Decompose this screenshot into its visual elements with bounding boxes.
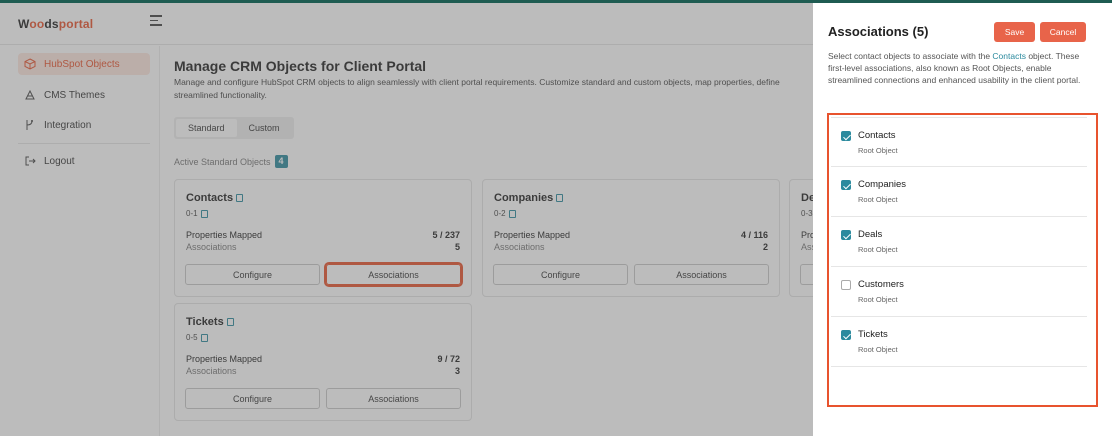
checkbox-companies[interactable] [841,180,851,190]
item-subtitle: Root Object [858,245,898,254]
association-list: Contacts Root Object Companies Root Obje… [831,117,1087,367]
item-name: Companies [858,179,907,190]
item-subtitle: Root Object [858,195,898,204]
modal-backdrop[interactable] [0,3,813,436]
association-list-frame: Contacts Root Object Companies Root Obje… [827,113,1098,407]
cancel-button[interactable]: Cancel [1040,22,1086,42]
item-name: Contacts [858,130,896,141]
panel-title: Associations (5) [828,24,929,39]
panel-description: Select contact objects to associate with… [828,50,1090,86]
list-item-companies[interactable]: Companies Root Object [831,167,1087,217]
checkbox-customers[interactable] [841,280,851,290]
checkbox-contacts[interactable] [841,131,851,141]
checkbox-tickets[interactable] [841,330,851,340]
item-subtitle: Root Object [858,146,898,155]
item-name: Deals [858,229,883,240]
list-item-contacts[interactable]: Contacts Root Object [831,117,1087,167]
save-button[interactable]: Save [994,22,1035,42]
contacts-link[interactable]: Contacts [992,51,1026,61]
item-subtitle: Root Object [858,345,898,354]
item-name: Customers [858,279,904,290]
associations-panel: Associations (5) Save Cancel Select cont… [813,3,1112,436]
item-subtitle: Root Object [858,295,898,304]
list-item-customers[interactable]: Customers Root Object [831,267,1087,317]
list-item-tickets[interactable]: Tickets Root Object [831,317,1087,367]
list-item-deals[interactable]: Deals Root Object [831,217,1087,267]
item-name: Tickets [858,329,888,340]
description-text: Select contact objects to associate with… [828,51,993,61]
checkbox-deals[interactable] [841,230,851,240]
